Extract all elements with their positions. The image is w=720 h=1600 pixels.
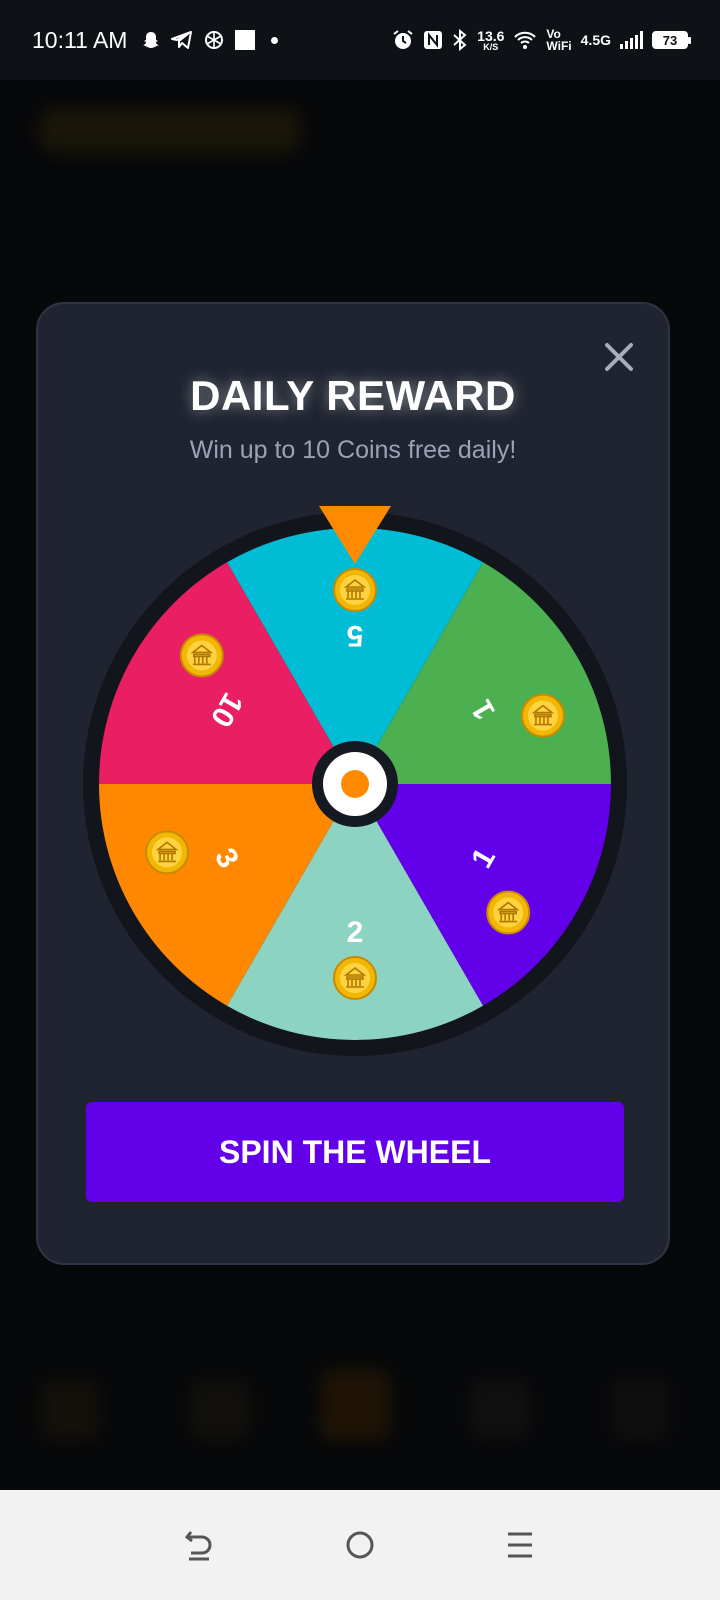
wheel-segment-label: 5 <box>347 619 364 652</box>
telegram-icon <box>171 31 193 49</box>
more-notifications-dot <box>271 36 279 44</box>
bluetooth-icon <box>453 29 467 51</box>
coin-icon <box>333 568 377 612</box>
status-time: 10:11 AM <box>32 26 128 53</box>
chatgpt-icon <box>205 31 224 49</box>
background-item-blur <box>320 1370 390 1440</box>
recents-button[interactable] <box>500 1525 540 1565</box>
background-item-blur <box>610 1380 670 1440</box>
modal-subtitle: Win up to 10 Coins free daily! <box>189 436 517 464</box>
coin-icon <box>333 956 377 1000</box>
close-icon[interactable] <box>602 340 636 374</box>
wheel-segment-label: 2 <box>347 916 364 949</box>
coin-icon <box>145 830 190 875</box>
nfc-icon <box>424 31 443 49</box>
vowifi-indicator: Vo WiFi <box>546 27 572 53</box>
coin-icon <box>486 890 531 935</box>
battery-icon: 73 <box>652 31 691 49</box>
signal-icon <box>620 31 643 49</box>
notification-square-icon <box>235 30 256 50</box>
background-item-blur <box>190 1380 250 1440</box>
recents-icon <box>508 1532 532 1558</box>
snapchat-icon <box>143 32 160 48</box>
daily-reward-modal: DAILY REWARD Win up to 10 Coins free dai… <box>36 302 670 1265</box>
spin-the-wheel-button[interactable]: SPIN THE WHEEL <box>86 1102 624 1202</box>
home-icon <box>346 1531 374 1559</box>
wheel-graphic: 5112310 <box>83 506 627 1056</box>
back-button[interactable] <box>180 1525 220 1565</box>
alarm-icon <box>393 30 413 49</box>
coin-icon <box>520 693 565 738</box>
status-bar: 10:11 AM 13.6 K/S Vo WiFi 4.5G 73 <box>0 0 720 80</box>
background-item-blur <box>470 1380 530 1440</box>
coin-icon <box>179 633 224 678</box>
background-item-blur <box>40 1380 100 1440</box>
wifi-icon <box>514 31 537 49</box>
prize-wheel[interactable]: 5 1 1 2 3 10 <box>82 502 628 1062</box>
back-icon <box>185 1531 212 1561</box>
wheel-hub-center <box>341 770 369 798</box>
background-title-blur <box>40 108 300 152</box>
network-speed: 13.6 K/S <box>477 27 505 52</box>
navigation-bar <box>0 1490 720 1600</box>
network-type: 4.5G <box>580 32 611 48</box>
modal-title: DAILY REWARD <box>190 372 516 419</box>
home-button[interactable] <box>340 1525 380 1565</box>
